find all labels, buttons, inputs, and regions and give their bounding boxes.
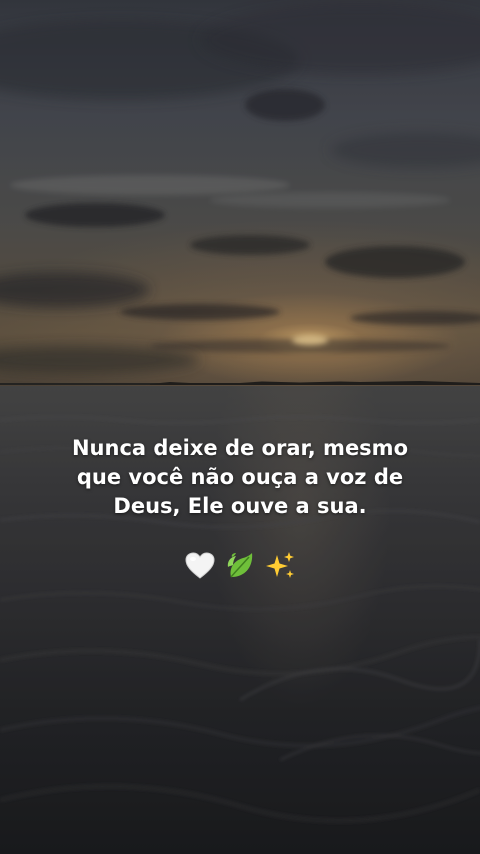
dark-overlay [0, 0, 480, 854]
sparkles-icon [266, 552, 294, 578]
leaf-icon [227, 553, 253, 578]
caption-line-2: que você não ouça a voz de [76, 465, 404, 489]
quote-caption: Nunca deixe de orar, mesmo que você não … [20, 434, 460, 521]
white-heart-icon [185, 552, 215, 579]
emoji-row [140, 546, 340, 586]
caption-line-3: Deus, Ele ouve a sua. [113, 494, 367, 518]
photo-background: Nunca deixe de orar, mesmo que você não … [0, 0, 480, 854]
caption-line-1: Nunca deixe de orar, mesmo [71, 436, 408, 460]
